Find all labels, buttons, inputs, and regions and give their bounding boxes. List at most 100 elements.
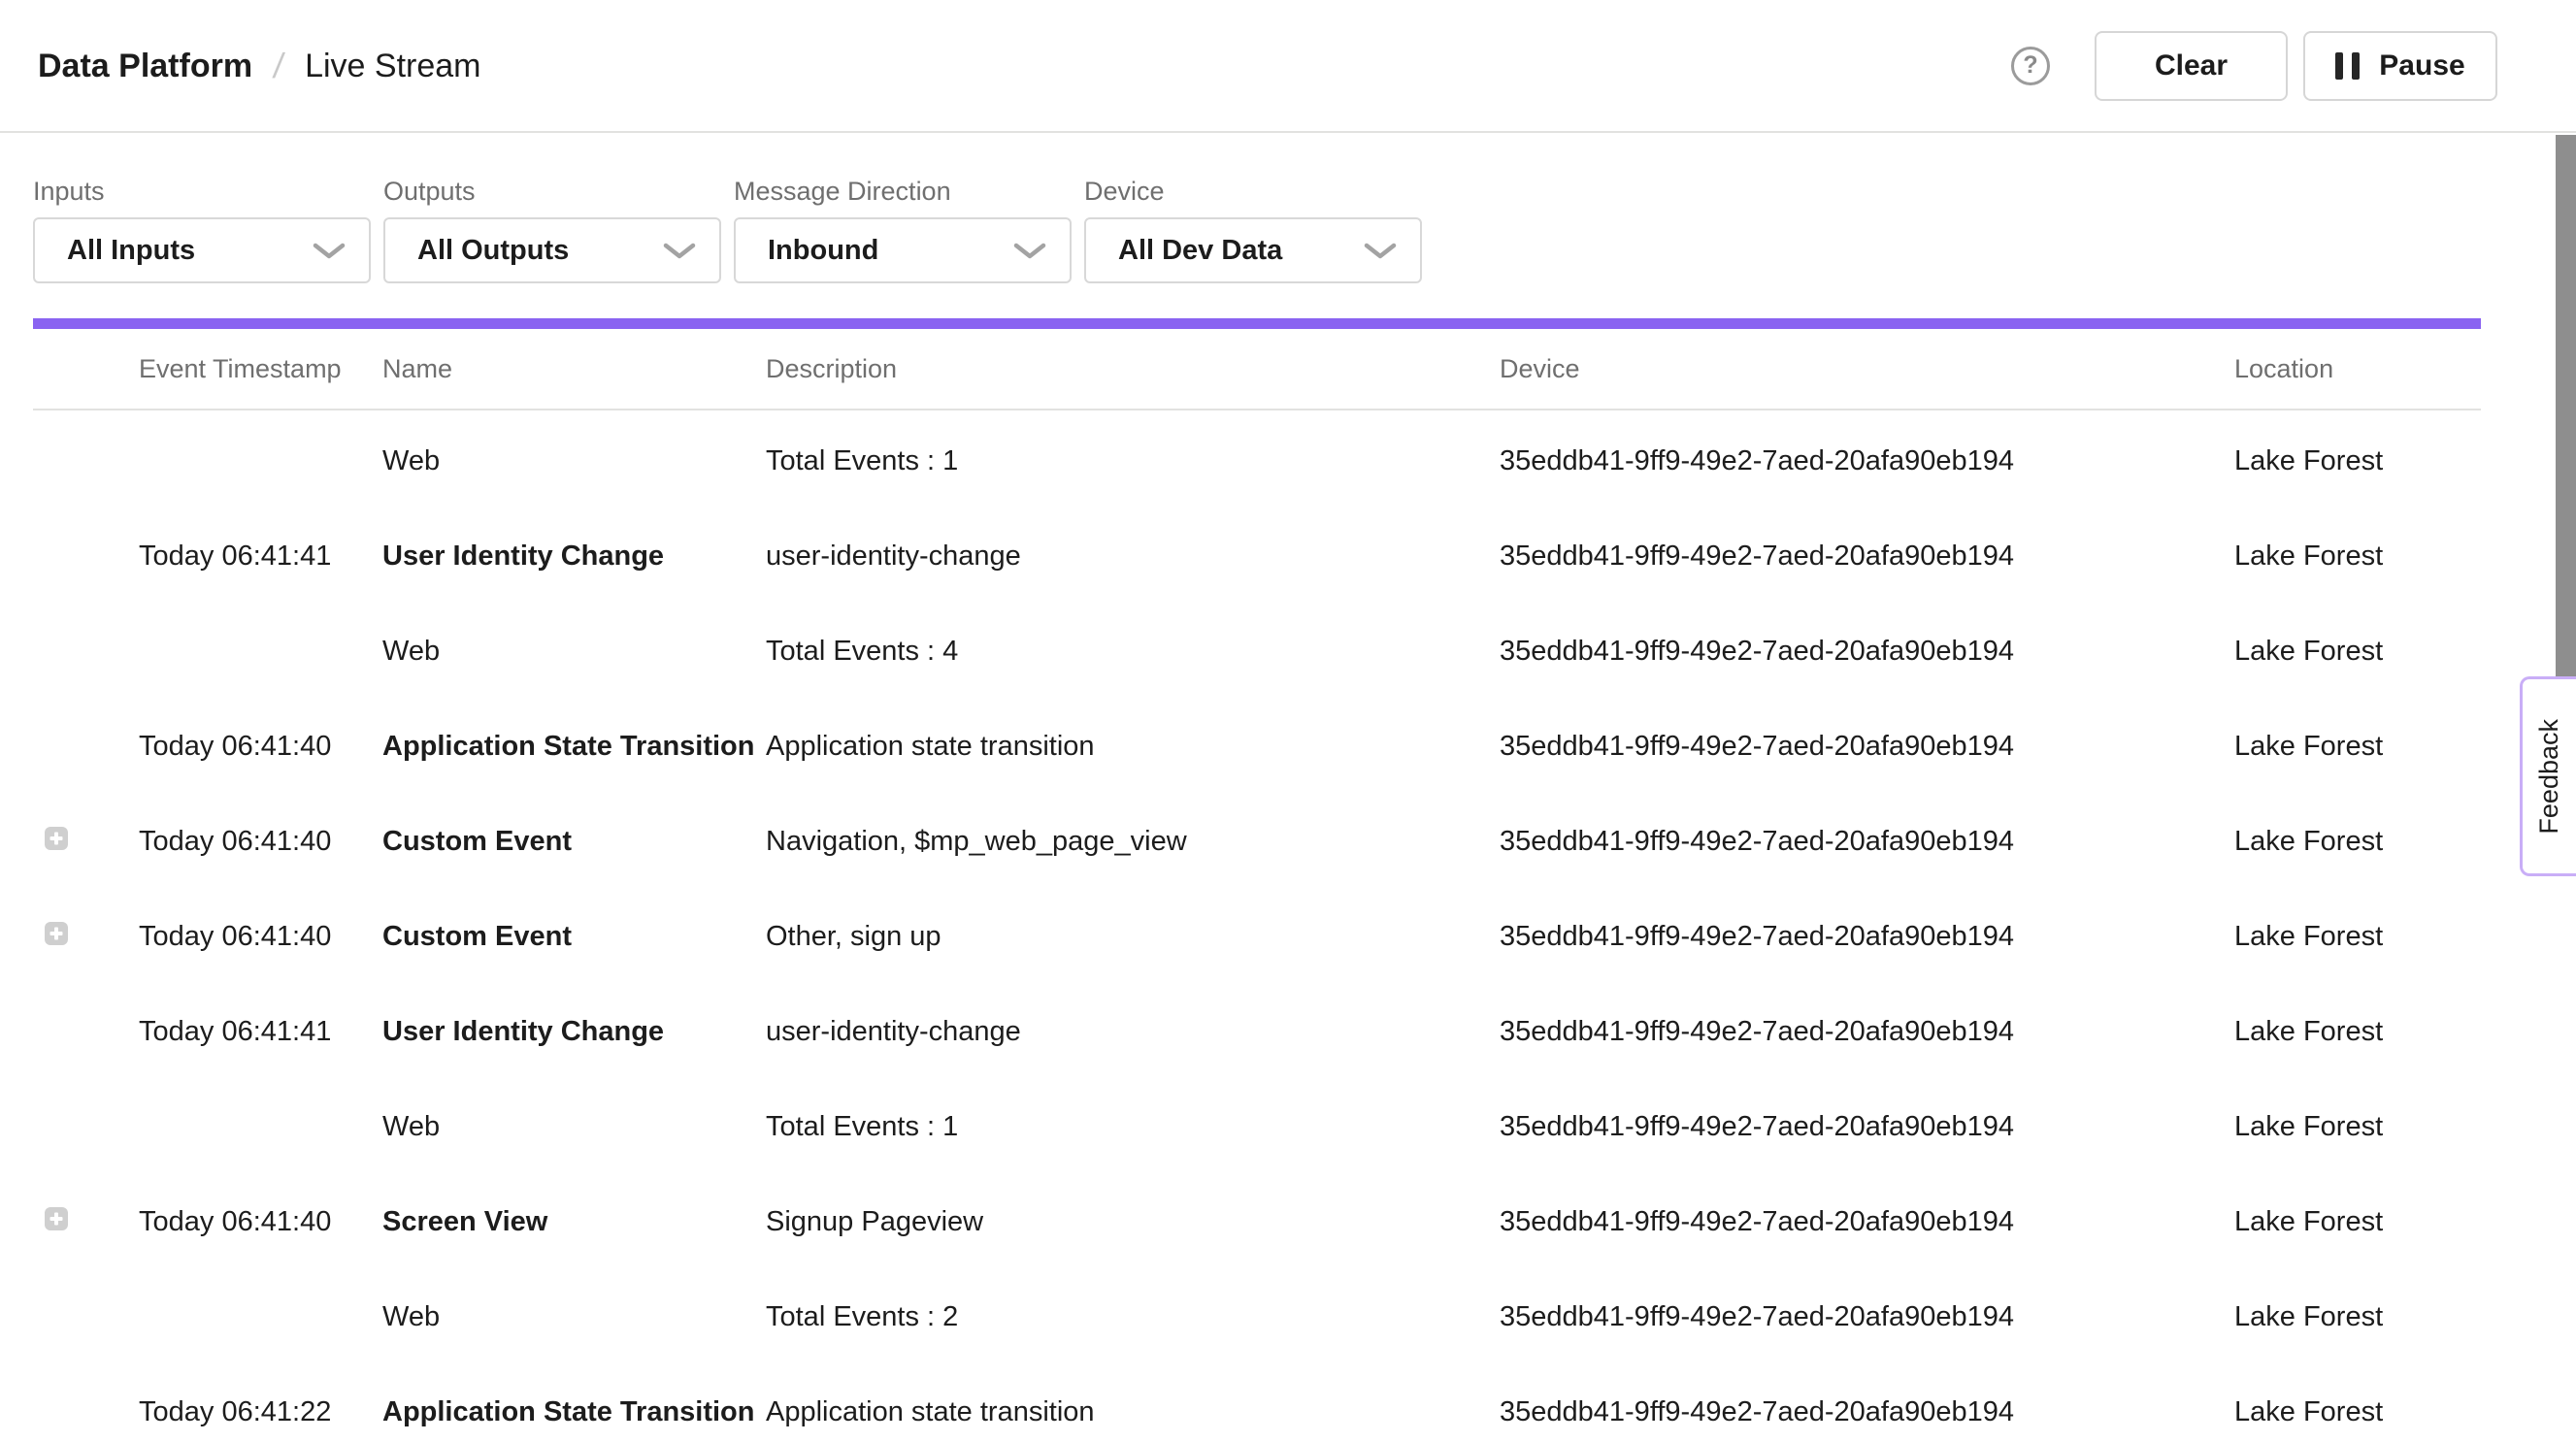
filter-outputs: Outputs All Outputs <box>383 177 721 283</box>
filter-label: Outputs <box>383 177 721 207</box>
breadcrumb: Data Platform / Live Stream <box>38 49 480 83</box>
filter-label: Message Direction <box>734 177 1072 207</box>
location-cell: Lake Forest <box>2234 1016 2481 1048</box>
name-cell: Web <box>382 636 766 668</box>
help-icon[interactable]: ? <box>2011 47 2050 85</box>
table-row: Web Total Events : 1 35eddb41-9ff9-49e2-… <box>33 1079 2481 1174</box>
device-cell: 35eddb41-9ff9-49e2-7aed-20afa90eb194 <box>1500 1206 2234 1238</box>
inputs-dropdown-value: All Inputs <box>67 235 195 267</box>
message-direction-dropdown[interactable]: Inbound <box>734 217 1072 283</box>
live-stream-page: Data Platform / Live Stream ? Clear Paus… <box>0 0 2576 1442</box>
expand-cell <box>33 826 139 858</box>
clear-button[interactable]: Clear <box>2095 31 2288 101</box>
name-cell: Custom Event <box>382 921 766 953</box>
outputs-dropdown-value: All Outputs <box>417 235 569 267</box>
location-cell: Lake Forest <box>2234 826 2481 858</box>
message-direction-dropdown-value: Inbound <box>768 235 878 267</box>
table-row[interactable]: Today 06:41:40 Custom Event Other, sign … <box>33 889 2481 984</box>
name-cell: Web <box>382 1301 766 1333</box>
pause-button[interactable]: Pause <box>2303 31 2497 101</box>
table-row: Web Total Events : 2 35eddb41-9ff9-49e2-… <box>33 1269 2481 1364</box>
location-cell: Lake Forest <box>2234 636 2481 668</box>
table-row[interactable]: Today 06:41:40 Screen View Signup Pagevi… <box>33 1174 2481 1269</box>
description-cell: Other, sign up <box>766 921 1500 953</box>
expand-cell <box>33 1301 139 1333</box>
chevron-down-icon <box>1364 243 1397 259</box>
expand-cell <box>33 731 139 763</box>
location-cell: Lake Forest <box>2234 1111 2481 1143</box>
chevron-down-icon <box>663 243 696 259</box>
device-cell: 35eddb41-9ff9-49e2-7aed-20afa90eb194 <box>1500 445 2234 477</box>
location-cell: Lake Forest <box>2234 1206 2481 1238</box>
feedback-tab[interactable]: Feedback <box>2520 676 2576 876</box>
device-cell: 35eddb41-9ff9-49e2-7aed-20afa90eb194 <box>1500 1016 2234 1048</box>
description-cell: Navigation, $mp_web_page_view <box>766 826 1500 858</box>
name-cell: User Identity Change <box>382 541 766 573</box>
location-cell: Lake Forest <box>2234 921 2481 953</box>
location-cell: Lake Forest <box>2234 1396 2481 1428</box>
chevron-down-icon <box>1013 243 1046 259</box>
device-dropdown[interactable]: All Dev Data <box>1084 217 1422 283</box>
expand-cell <box>33 1111 139 1143</box>
description-cell: Application state transition <box>766 1396 1500 1428</box>
timestamp-cell: Today 06:41:40 <box>139 921 382 953</box>
column-header-name: Name <box>382 354 766 384</box>
name-cell: User Identity Change <box>382 1016 766 1048</box>
name-cell: Custom Event <box>382 826 766 858</box>
expand-row-button[interactable] <box>45 827 68 850</box>
column-header-device: Device <box>1500 354 2234 384</box>
timestamp-cell: Today 06:41:40 <box>139 826 382 858</box>
location-cell: Lake Forest <box>2234 541 2481 573</box>
inputs-dropdown[interactable]: All Inputs <box>33 217 371 283</box>
breadcrumb-data-platform[interactable]: Data Platform <box>38 49 252 82</box>
timestamp-cell: Today 06:41:22 <box>139 1396 382 1428</box>
name-cell: Application State Transition <box>382 1396 766 1428</box>
filter-message-direction: Message Direction Inbound <box>734 177 1072 283</box>
expand-row-button[interactable] <box>45 1207 68 1230</box>
filter-bar: Inputs All Inputs Outputs All Outputs Me… <box>0 133 2576 283</box>
pause-icon <box>2335 52 2360 80</box>
description-cell: Total Events : 1 <box>766 1111 1500 1143</box>
table-row: Web Total Events : 1 35eddb41-9ff9-49e2-… <box>33 413 2481 508</box>
description-cell: Signup Pageview <box>766 1206 1500 1238</box>
timestamp-cell: Today 06:41:40 <box>139 1206 382 1238</box>
table-row: Web Total Events : 4 35eddb41-9ff9-49e2-… <box>33 604 2481 699</box>
filter-inputs: Inputs All Inputs <box>33 177 371 283</box>
table-body: Web Total Events : 1 35eddb41-9ff9-49e2-… <box>33 410 2481 1442</box>
page-title: Live Stream <box>305 49 480 82</box>
expand-cell <box>33 921 139 953</box>
filter-label: Device <box>1084 177 1422 207</box>
description-cell: Total Events : 2 <box>766 1301 1500 1333</box>
expand-row-button[interactable] <box>45 922 68 945</box>
header-actions: ? Clear Pause <box>2011 31 2497 101</box>
description-cell: user-identity-change <box>766 541 1500 573</box>
table-row[interactable]: Today 06:41:41 User Identity Change user… <box>33 984 2481 1079</box>
device-cell: 35eddb41-9ff9-49e2-7aed-20afa90eb194 <box>1500 636 2234 668</box>
pause-button-label: Pause <box>2379 49 2464 82</box>
timestamp-cell: Today 06:41:41 <box>139 541 382 573</box>
breadcrumb-separator: / <box>272 49 286 83</box>
device-cell: 35eddb41-9ff9-49e2-7aed-20afa90eb194 <box>1500 1396 2234 1428</box>
location-cell: Lake Forest <box>2234 731 2481 763</box>
feedback-tab-label: Feedback <box>2534 719 2564 835</box>
table-row[interactable]: Today 06:41:40 Custom Event Navigation, … <box>33 794 2481 889</box>
description-cell: user-identity-change <box>766 1016 1500 1048</box>
device-cell: 35eddb41-9ff9-49e2-7aed-20afa90eb194 <box>1500 1301 2234 1333</box>
device-cell: 35eddb41-9ff9-49e2-7aed-20afa90eb194 <box>1500 1111 2234 1143</box>
device-cell: 35eddb41-9ff9-49e2-7aed-20afa90eb194 <box>1500 731 2234 763</box>
outputs-dropdown[interactable]: All Outputs <box>383 217 721 283</box>
name-cell: Web <box>382 1111 766 1143</box>
column-header-description: Description <box>766 354 1500 384</box>
table-header-row: Event Timestamp Name Description Device … <box>33 329 2481 410</box>
table-row[interactable]: Today 06:41:22 Application State Transit… <box>33 1364 2481 1442</box>
chevron-down-icon <box>313 243 346 259</box>
expand-cell <box>33 636 139 668</box>
table-row[interactable]: Today 06:41:40 Application State Transit… <box>33 699 2481 794</box>
table-row[interactable]: Today 06:41:41 User Identity Change user… <box>33 508 2481 604</box>
vertical-scrollbar-thumb[interactable] <box>2556 135 2576 684</box>
description-cell: Total Events : 1 <box>766 445 1500 477</box>
device-cell: 35eddb41-9ff9-49e2-7aed-20afa90eb194 <box>1500 541 2234 573</box>
expand-cell <box>33 1206 139 1238</box>
name-cell: Web <box>382 445 766 477</box>
name-cell: Application State Transition <box>382 731 766 763</box>
